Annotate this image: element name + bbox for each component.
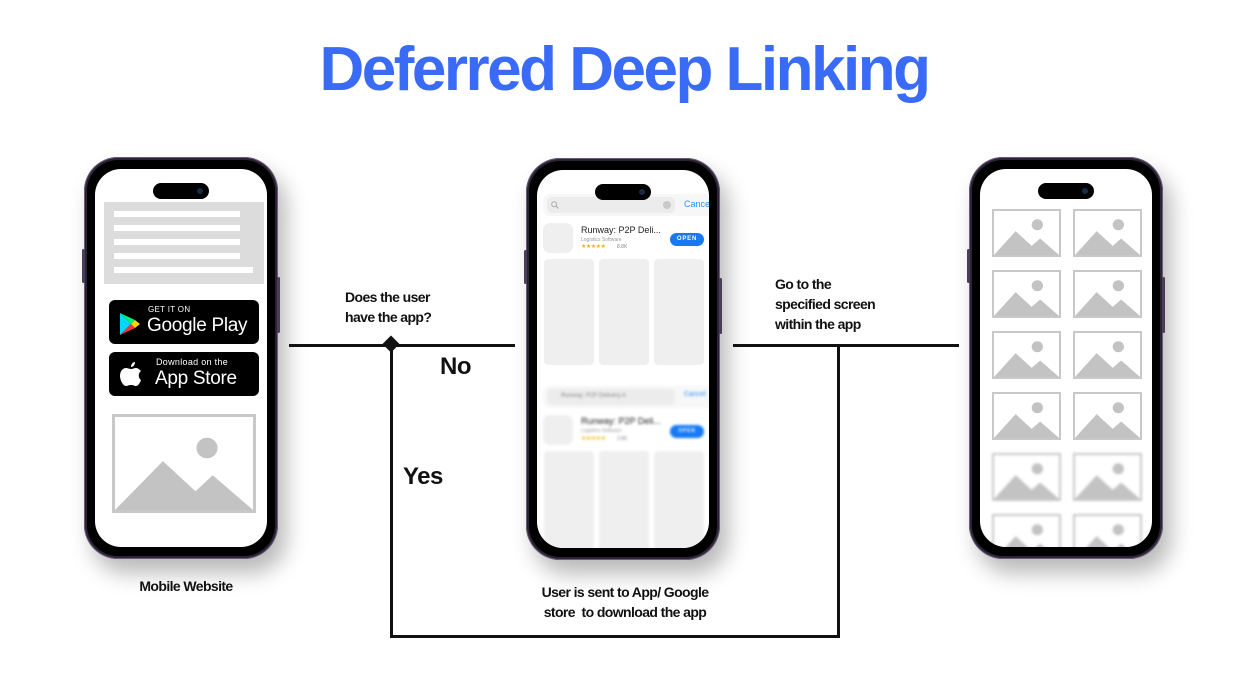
search-bar: Runway: P2P Delivery A Cancel (543, 386, 709, 408)
app-store-big-text: App Store (155, 368, 237, 389)
screenshot-placeholder (654, 259, 704, 365)
screenshot-placeholder (599, 451, 649, 548)
app-icon (543, 415, 573, 445)
phone-app-store: Cancel Runway: P2P Deli... Logistics Sof… (524, 158, 722, 560)
caption-app-store-line1: User is sent to App/ Google (541, 584, 709, 600)
image-placeholder-icon (112, 414, 256, 513)
cancel-button[interactable]: Cancel (684, 199, 709, 209)
app-name: Runway: P2P Deli... (581, 225, 661, 235)
dynamic-island (1038, 183, 1094, 199)
phone-side-button (967, 249, 970, 283)
goto-line1: Go to the (775, 276, 832, 292)
phone-side-button (82, 249, 85, 283)
flow-line-up (837, 345, 840, 638)
phone-side-button (277, 277, 280, 333)
text-line (114, 225, 240, 231)
open-button[interactable]: OPEN (670, 233, 704, 246)
rating-count: 3.8K (617, 436, 628, 442)
phone-screen: GET IT ON Google Play Download on the Ap… (95, 169, 267, 547)
phone-screen (980, 169, 1152, 547)
clear-circle-icon[interactable] (663, 201, 671, 209)
image-placeholder-icon (1073, 331, 1142, 379)
open-button[interactable]: OPEN (670, 425, 704, 438)
goto-line2: specified screen (775, 296, 876, 312)
star-rating-icon: ★★★★★ (581, 436, 606, 442)
phone-mobile-website: GET IT ON Google Play Download on the Ap… (82, 157, 280, 559)
rating-count: 8.8K (617, 244, 628, 250)
phone-bezel: Cancel Runway: P2P Deli... Logistics Sof… (529, 161, 717, 557)
image-placeholder-icon (1073, 514, 1142, 547)
text-line (114, 239, 240, 245)
image-placeholder-icon (992, 514, 1061, 547)
flow-line-yes-down (390, 345, 393, 638)
search-input[interactable]: Runway: P2P Delivery A (547, 389, 675, 405)
image-placeholder-icon (1073, 209, 1142, 257)
camera-icon (1082, 188, 1088, 194)
question-line2: have the app? (345, 309, 432, 325)
apple-icon (120, 362, 141, 386)
dynamic-island (153, 183, 209, 199)
text-line (114, 211, 240, 217)
text-line (114, 267, 253, 273)
text-line (114, 253, 240, 259)
flow-line-bottom (390, 635, 840, 638)
caption-app-store-line2: store to download the app (543, 604, 707, 620)
page-title: Deferred Deep Linking (319, 35, 931, 104)
google-play-button[interactable]: GET IT ON Google Play (109, 300, 259, 344)
image-placeholder-icon (1073, 453, 1142, 501)
image-placeholder-icon (992, 331, 1061, 379)
image-placeholder-icon (992, 392, 1061, 440)
image-placeholder-icon (992, 209, 1061, 257)
phone-screen: Cancel Runway: P2P Deli... Logistics Sof… (537, 170, 709, 548)
search-icon (551, 201, 559, 209)
image-placeholder-icon (992, 453, 1061, 501)
no-label: No (440, 353, 472, 380)
google-play-small-text: GET IT ON (148, 305, 191, 314)
phone-side-button (524, 250, 527, 284)
screenshot-placeholder (544, 259, 594, 365)
dynamic-island (595, 184, 651, 200)
app-category: Logistics Software (581, 428, 622, 434)
camera-icon (197, 188, 203, 194)
cancel-button[interactable]: Cancel (684, 391, 706, 398)
phone-in-app-screen (967, 157, 1165, 559)
image-placeholder-icon (992, 270, 1061, 318)
app-name: Runway: P2P Deli... (581, 416, 661, 426)
screenshot-placeholder (544, 451, 594, 548)
star-rating-icon: ★★★★★ (581, 244, 606, 250)
phone-side-button (719, 278, 722, 334)
flow-line-goto (733, 344, 959, 347)
app-icon (543, 223, 573, 253)
screenshot-placeholder (599, 259, 649, 365)
phone-bezel (972, 160, 1160, 556)
caption-mobile-website: Mobile Website (139, 578, 233, 594)
text-placeholder-block (104, 202, 264, 284)
image-placeholder-icon (1073, 392, 1142, 440)
phone-side-button (1162, 277, 1165, 333)
image-placeholder-icon (1073, 270, 1142, 318)
search-text: Runway: P2P Delivery A (561, 393, 626, 399)
yes-label: Yes (403, 463, 443, 490)
goto-line3: within the app (775, 316, 861, 332)
play-triangle-icon (120, 313, 140, 335)
google-play-big-text: Google Play (147, 315, 248, 336)
screenshot-placeholder (654, 451, 704, 548)
camera-icon (639, 189, 645, 195)
phone-bezel: GET IT ON Google Play Download on the Ap… (87, 160, 275, 556)
app-store-button[interactable]: Download on the App Store (109, 352, 259, 396)
flow-line-question (289, 344, 515, 347)
app-store-small-text: Download on the (156, 357, 229, 367)
question-line1: Does the user (345, 289, 430, 305)
